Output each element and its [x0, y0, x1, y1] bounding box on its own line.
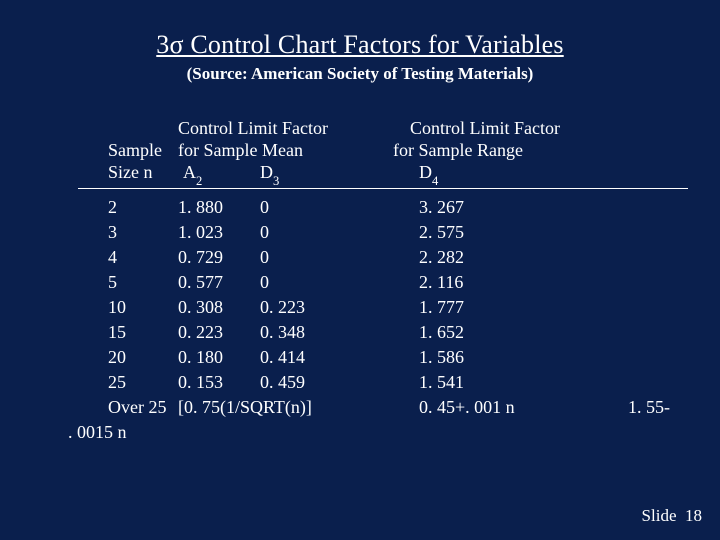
- header-clf-range-line1: Control Limit Factor: [410, 118, 560, 139]
- header-a2: A2: [183, 162, 202, 187]
- cell-n: 20: [108, 345, 126, 370]
- cell-d3: 0. 348: [260, 320, 305, 345]
- cell-d3: 0: [260, 245, 269, 270]
- cell-d3: 0. 459: [260, 370, 305, 395]
- cell-n: Over 25: [108, 395, 166, 420]
- table-row: 2 1. 880 0 3. 267: [88, 195, 690, 220]
- table-row: 20 0. 180 0. 414 1. 586: [88, 345, 690, 370]
- cell-d3: 0: [260, 270, 269, 295]
- cell-n: 2: [108, 195, 117, 220]
- slide: 3σ Control Chart Factors for Variables (…: [0, 0, 720, 540]
- cell-a2: 1. 023: [178, 220, 223, 245]
- cell-n: 5: [108, 270, 117, 295]
- cell-a2d3: [0. 75(1/SQRT(n)]: [178, 395, 312, 420]
- header-d3-sub: 3: [273, 174, 279, 188]
- cell-a2: 0. 153: [178, 370, 223, 395]
- table-rule: [78, 188, 688, 189]
- cell-a2: 0. 729: [178, 245, 223, 270]
- cell-a2: 0. 223: [178, 320, 223, 345]
- header-sample: Sample: [108, 140, 162, 161]
- table-header: Control Limit Factor Control Limit Facto…: [88, 110, 690, 188]
- slide-number-value: 18: [685, 506, 702, 525]
- cell-a2: 1. 880: [178, 195, 223, 220]
- header-d4: D4: [419, 162, 438, 187]
- table-row: 10 0. 308 0. 223 1. 777: [88, 295, 690, 320]
- cell-n: 10: [108, 295, 126, 320]
- cell-n: 25: [108, 370, 126, 395]
- header-clf-range-line2: for Sample Range: [393, 140, 523, 161]
- table-row: 4 0. 729 0 2. 282: [88, 245, 690, 270]
- header-d3-prefix: D: [260, 162, 273, 182]
- header-a2-sub: 2: [196, 174, 202, 188]
- table-footnote: . 0015 n: [68, 420, 127, 445]
- cell-n: 4: [108, 245, 117, 270]
- cell-a2: 0. 577: [178, 270, 223, 295]
- cell-a2: 0. 180: [178, 345, 223, 370]
- cell-d4: 2. 575: [419, 220, 464, 245]
- cell-d3: 0: [260, 195, 269, 220]
- table-row-over25: Over 25 [0. 75(1/SQRT(n)] 0. 45+. 001 n …: [88, 395, 690, 420]
- header-clf-mean-line2: for Sample Mean: [178, 140, 303, 161]
- factors-table: Control Limit Factor Control Limit Facto…: [88, 110, 690, 445]
- table-footnote-row: . 0015 n: [88, 420, 690, 445]
- cell-n: 3: [108, 220, 117, 245]
- header-a2-prefix: A: [183, 162, 196, 182]
- cell-d4: 2. 282: [419, 245, 464, 270]
- header-d3: D3: [260, 162, 279, 187]
- cell-d4: 3. 267: [419, 195, 464, 220]
- table-row: 5 0. 577 0 2. 116: [88, 270, 690, 295]
- cell-n: 15: [108, 320, 126, 345]
- cell-d4: 1. 541: [419, 370, 464, 395]
- cell-d3: 0. 223: [260, 295, 305, 320]
- cell-a2: 0. 308: [178, 295, 223, 320]
- header-d4-sub: 4: [432, 174, 438, 188]
- cell-d4: 1. 652: [419, 320, 464, 345]
- table-body: 2 1. 880 0 3. 267 3 1. 023 0 2. 575 4 0.…: [88, 195, 690, 445]
- table-row: 15 0. 223 0. 348 1. 652: [88, 320, 690, 345]
- cell-d4: 2. 116: [419, 270, 463, 295]
- cell-d4: 1. 586: [419, 345, 464, 370]
- cell-d3: 0: [260, 220, 269, 245]
- cell-d4: 0. 45+. 001 n: [419, 395, 515, 420]
- slide-title: 3σ Control Chart Factors for Variables: [0, 30, 720, 60]
- header-d4-prefix: D: [419, 162, 432, 182]
- slide-subtitle: (Source: American Society of Testing Mat…: [0, 64, 720, 84]
- table-row: 25 0. 153 0. 459 1. 541: [88, 370, 690, 395]
- cell-d3: 0. 414: [260, 345, 305, 370]
- cell-right: 1. 55-: [628, 395, 670, 420]
- header-size-n: Size n: [108, 162, 153, 183]
- table-row: 3 1. 023 0 2. 575: [88, 220, 690, 245]
- header-clf-mean-line1: Control Limit Factor: [178, 118, 328, 139]
- cell-d4: 1. 777: [419, 295, 464, 320]
- slide-number: Slide 18: [642, 506, 702, 526]
- slide-number-label: Slide: [642, 506, 677, 525]
